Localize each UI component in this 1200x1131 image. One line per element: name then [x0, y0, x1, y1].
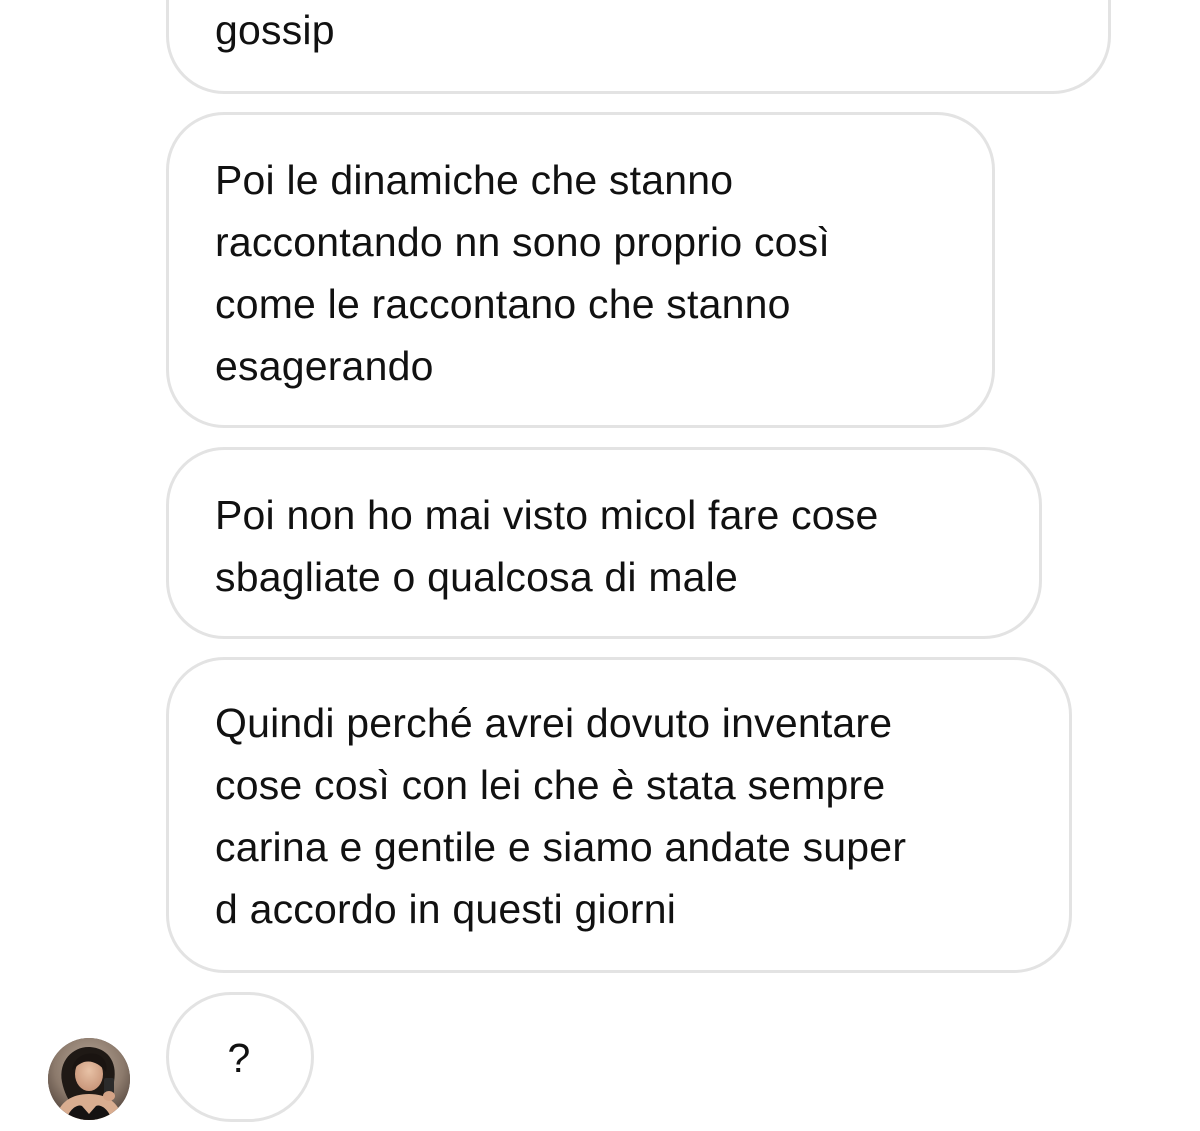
message-text: gossip [215, 7, 335, 53]
message-bubble[interactable]: Poi non ho mai visto micol fare cose sba… [166, 447, 1042, 639]
message-bubble[interactable]: Quindi perché avrei dovuto inventare cos… [166, 657, 1072, 973]
message-text: Quindi perché avrei dovuto inventare cos… [215, 700, 907, 932]
message-text: Poi le dinamiche che stanno raccontando … [215, 157, 830, 389]
message-bubble[interactable]: Poi le dinamiche che stanno raccontando … [166, 112, 995, 428]
message-text: ? [227, 1035, 251, 1081]
message-bubble[interactable]: gossip [166, 0, 1111, 94]
message-bubble[interactable]: ? [166, 992, 314, 1122]
profile-photo-avatar-icon [48, 1038, 130, 1120]
message-text: Poi non ho mai visto micol fare cose sba… [215, 492, 879, 600]
sender-avatar[interactable] [48, 1038, 130, 1120]
